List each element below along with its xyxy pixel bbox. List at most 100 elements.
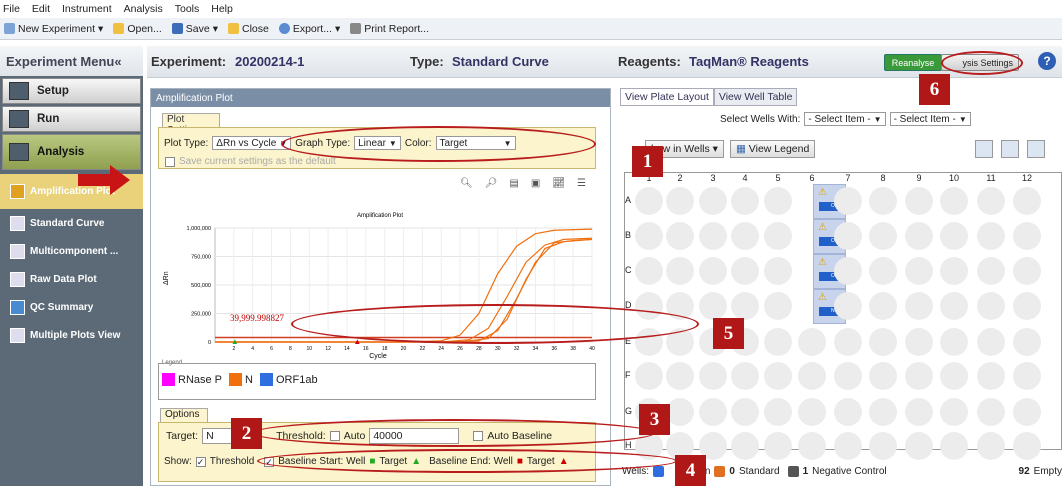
plate-well[interactable] xyxy=(1013,432,1041,460)
menu-tools[interactable]: Tools xyxy=(175,3,200,15)
plate-well[interactable] xyxy=(940,362,968,390)
plate-well[interactable] xyxy=(977,222,1005,250)
view-mode-1-icon[interactable] xyxy=(975,140,993,158)
sub-raw-data-plot[interactable]: Raw Data Plot xyxy=(0,265,143,293)
chart-icon[interactable]: 📈︎ xyxy=(552,178,565,189)
plate-well[interactable] xyxy=(869,362,897,390)
close-button[interactable]: Close xyxy=(227,23,269,35)
options-tab[interactable]: Options xyxy=(160,408,208,423)
menu-file[interactable]: File xyxy=(3,3,20,15)
plate-well[interactable] xyxy=(834,187,862,215)
plate-well[interactable] xyxy=(869,187,897,215)
plate-well[interactable] xyxy=(905,222,933,250)
plate-well[interactable] xyxy=(731,398,759,426)
sub-multiple-plots-view[interactable]: Multiple Plots View xyxy=(0,321,143,349)
plate-well[interactable] xyxy=(699,187,727,215)
plate-well[interactable] xyxy=(977,362,1005,390)
menu-analysis[interactable]: Analysis xyxy=(124,3,163,15)
plate-well[interactable] xyxy=(635,187,663,215)
print-report-button[interactable]: Print Report... xyxy=(350,23,429,35)
plate-well[interactable] xyxy=(635,222,663,250)
plate-well[interactable] xyxy=(666,187,694,215)
plate-well[interactable] xyxy=(834,222,862,250)
plate-well[interactable] xyxy=(764,292,792,320)
menu-edit[interactable]: Edit xyxy=(32,3,50,15)
plate-well[interactable] xyxy=(635,362,663,390)
menu-instrument[interactable]: Instrument xyxy=(62,3,112,15)
plate-well[interactable] xyxy=(666,222,694,250)
print-plot-icon[interactable]: ▤ xyxy=(509,178,518,189)
nav-setup[interactable]: Setup xyxy=(2,78,141,104)
plate-well[interactable] xyxy=(869,398,897,426)
plot-type-select[interactable]: ΔRn vs Cycle ▼ xyxy=(212,136,292,150)
plate-well[interactable] xyxy=(869,292,897,320)
plate-well[interactable] xyxy=(940,257,968,285)
plate-well[interactable] xyxy=(699,362,727,390)
save-button[interactable]: Save ▾ xyxy=(171,23,218,35)
plate-well[interactable] xyxy=(764,398,792,426)
list-icon[interactable]: ☰ xyxy=(577,178,586,189)
plate-well[interactable] xyxy=(1013,187,1041,215)
plate-well[interactable] xyxy=(977,187,1005,215)
view-legend-button[interactable]: ▦ View Legend xyxy=(729,140,816,158)
plate-well[interactable] xyxy=(834,432,862,460)
select-item-2[interactable]: - Select Item - ▼ xyxy=(889,112,971,126)
plate-well[interactable] xyxy=(977,398,1005,426)
sub-multicomponent[interactable]: Multicomponent ... xyxy=(0,237,143,265)
export-button[interactable]: Export... ▾ xyxy=(278,23,340,35)
plate-well[interactable] xyxy=(977,257,1005,285)
show-threshold-checkbox[interactable] xyxy=(195,456,206,467)
plate-well[interactable] xyxy=(834,398,862,426)
zoom-out-icon[interactable]: 🔎︎ xyxy=(485,178,498,189)
reanalyze-button[interactable]: Reanalyse xyxy=(884,54,942,71)
plate-well[interactable] xyxy=(666,398,694,426)
plate-well[interactable] xyxy=(764,187,792,215)
help-icon[interactable]: ? xyxy=(1038,52,1056,70)
plate-well[interactable] xyxy=(905,432,933,460)
save-default-checkbox[interactable]: Save current settings as the default xyxy=(165,156,336,167)
plate-well[interactable] xyxy=(869,222,897,250)
plate-well[interactable] xyxy=(940,222,968,250)
plate-well[interactable] xyxy=(905,398,933,426)
plate-well[interactable] xyxy=(764,432,792,460)
plate-well[interactable] xyxy=(798,398,826,426)
plate-well[interactable] xyxy=(1013,398,1041,426)
plate-well[interactable] xyxy=(940,432,968,460)
plate-well[interactable] xyxy=(699,257,727,285)
plate-well[interactable] xyxy=(635,257,663,285)
checkbox[interactable] xyxy=(165,156,175,167)
view-mode-3-icon[interactable] xyxy=(1027,140,1045,158)
plate-well[interactable] xyxy=(764,328,792,356)
tab-view-plate-layout[interactable]: View Plate Layout xyxy=(620,88,714,106)
plate-well[interactable] xyxy=(798,432,826,460)
plate-well[interactable] xyxy=(1013,292,1041,320)
view-mode-2-icon[interactable] xyxy=(1001,140,1019,158)
new-experiment-button[interactable]: New Experiment ▾ xyxy=(4,23,103,35)
plate-well[interactable] xyxy=(699,398,727,426)
plate-well[interactable] xyxy=(731,187,759,215)
menu-help[interactable]: Help xyxy=(211,3,233,15)
plate-well[interactable] xyxy=(731,432,759,460)
plate-well[interactable] xyxy=(940,292,968,320)
plate-well[interactable] xyxy=(699,222,727,250)
plate-well[interactable] xyxy=(940,328,968,356)
plate-well[interactable] xyxy=(869,432,897,460)
plate-well[interactable] xyxy=(977,432,1005,460)
plate-well[interactable] xyxy=(731,362,759,390)
plate-well[interactable] xyxy=(1013,222,1041,250)
plate-well[interactable] xyxy=(834,362,862,390)
plate-well[interactable] xyxy=(977,328,1005,356)
plate-well[interactable] xyxy=(905,292,933,320)
tab-view-well-table[interactable]: View Well Table xyxy=(713,88,798,106)
plate-well[interactable] xyxy=(869,328,897,356)
plate-well[interactable] xyxy=(1013,328,1041,356)
zoom-in-icon[interactable]: 🔍︎ xyxy=(460,178,473,189)
plot-settings-tab[interactable]: Plot Settings xyxy=(162,113,220,136)
plate-well[interactable] xyxy=(905,362,933,390)
plate-well[interactable] xyxy=(666,362,694,390)
sub-standard-curve[interactable]: Standard Curve xyxy=(0,209,143,237)
plate-well[interactable] xyxy=(666,257,694,285)
plate-well[interactable] xyxy=(940,187,968,215)
plate-well[interactable] xyxy=(731,222,759,250)
plate-well[interactable] xyxy=(834,328,862,356)
